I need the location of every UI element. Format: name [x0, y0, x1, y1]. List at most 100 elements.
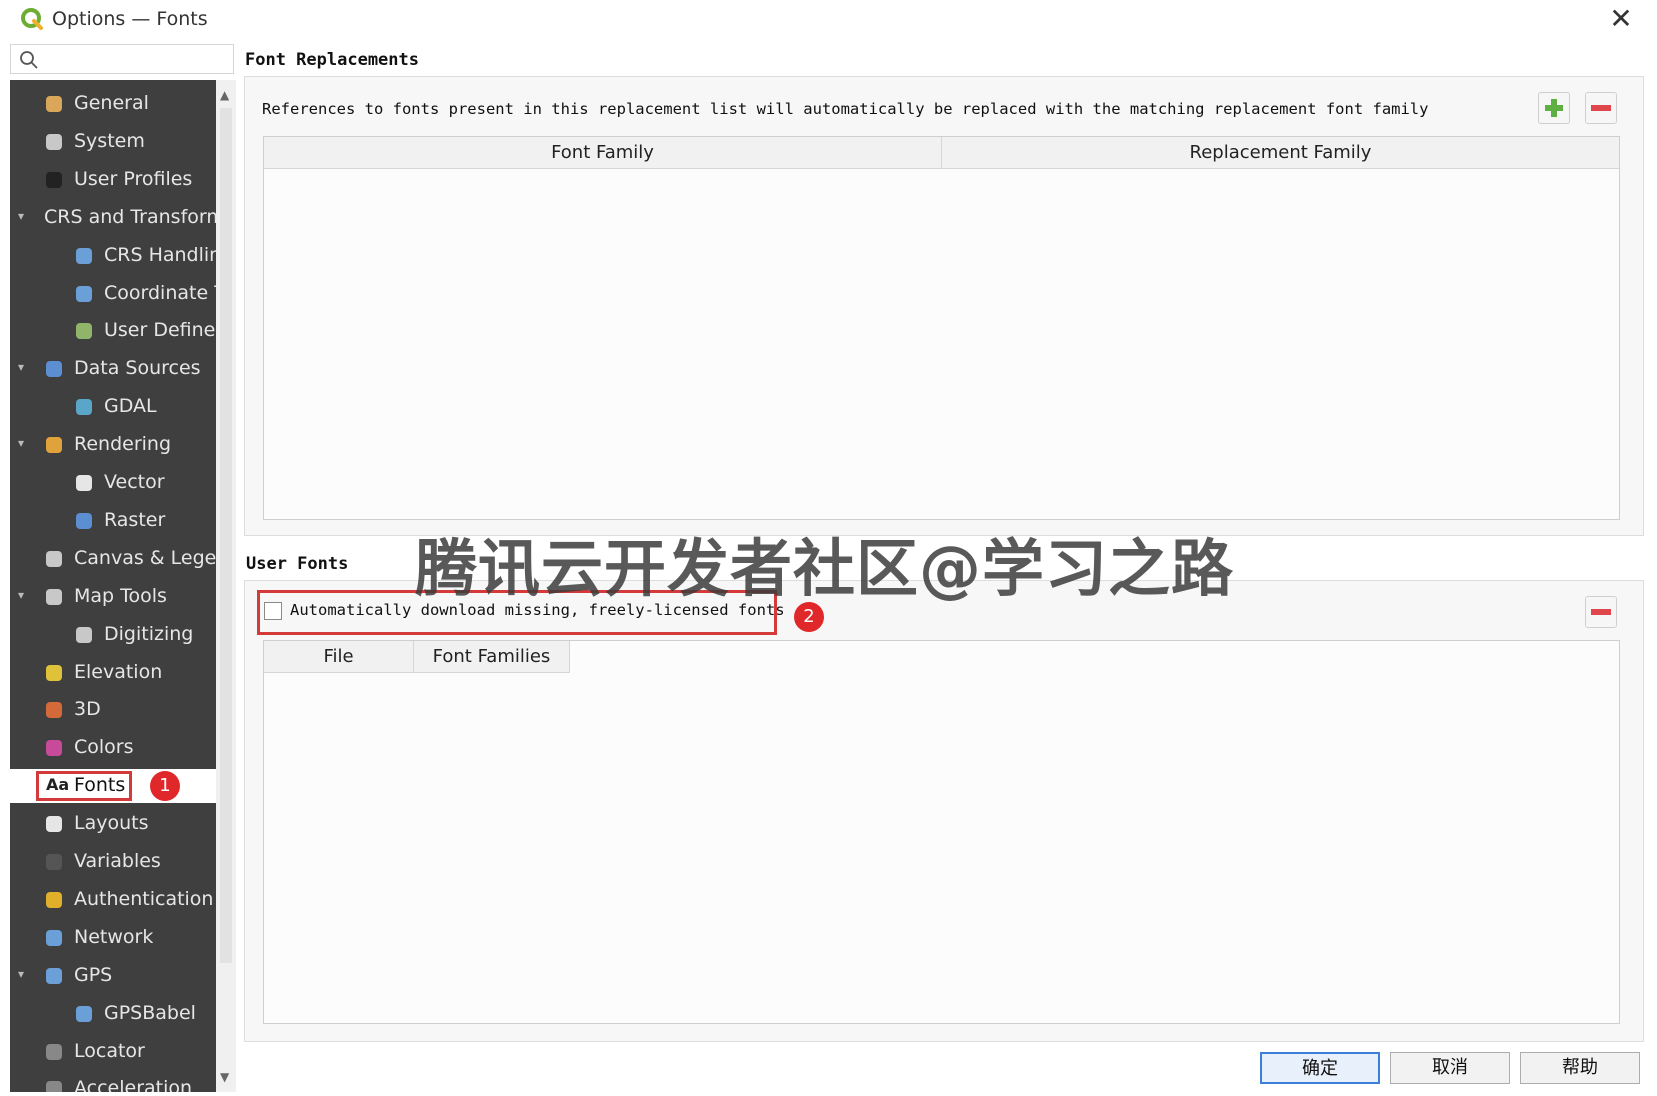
acceleration-icon: [46, 1081, 62, 1092]
sidebar-item-crs-and-transform[interactable]: ▾ CRS and Transform: [10, 201, 216, 235]
user-fonts-table[interactable]: File Font Families: [263, 640, 1620, 1024]
font-replacements-title: Font Replacements: [245, 50, 419, 70]
map-tools-icon: [46, 588, 62, 605]
variables-icon: [46, 854, 62, 870]
remove-user-font-button[interactable]: [1585, 596, 1617, 628]
user-profiles-icon: [46, 171, 62, 188]
user-defined-crs-icon: [76, 323, 92, 340]
sidebar-item-rendering[interactable]: ▾ Rendering: [10, 428, 216, 462]
sidebar-item-system[interactable]: System: [10, 125, 216, 159]
column-header-replacement-family[interactable]: Replacement Family: [942, 137, 1619, 169]
sidebar-item-label: GPS: [74, 963, 113, 986]
sidebar-item-data-sources[interactable]: ▾ Data Sources: [10, 352, 216, 386]
colors-icon: [46, 740, 62, 757]
sidebar-item-label: GDAL: [104, 395, 157, 418]
highlight-box-fonts: [36, 771, 132, 802]
font-replacements-table[interactable]: Font Family Replacement Family: [263, 136, 1620, 520]
sidebar-item-label: GPSBabel: [104, 1001, 196, 1024]
sidebar-item-label: Data Sources: [74, 357, 201, 380]
crs-handling-icon: [76, 247, 92, 264]
sidebar-item-digitizing[interactable]: Digitizing: [10, 618, 216, 652]
minus-icon: [1591, 105, 1611, 111]
sidebar-item-layouts[interactable]: Layouts: [10, 807, 216, 841]
gpsbabel-icon: [76, 1005, 92, 1022]
sidebar-item-crs-handling[interactable]: CRS Handling: [10, 239, 216, 273]
sidebar-item-label: Colors: [74, 736, 134, 759]
authentication-icon: [46, 891, 62, 908]
sidebar-item-label: System: [74, 129, 145, 152]
sidebar-item-raster[interactable]: Raster: [10, 504, 216, 538]
plus-icon: [1545, 99, 1563, 117]
network-icon: [46, 929, 62, 946]
raster-icon: [76, 512, 92, 529]
sidebar-item-label: Map Tools: [74, 584, 167, 607]
sidebar-item-label: Canvas & Legend: [74, 546, 216, 569]
chevron-down-icon[interactable]: ▾: [18, 967, 24, 981]
sidebar-item-network[interactable]: Network: [10, 921, 216, 955]
sidebar-item-label: Elevation: [74, 660, 163, 683]
sidebar-item-gpsbabel[interactable]: GPSBabel: [10, 997, 216, 1031]
chevron-down-icon[interactable]: ▾: [18, 436, 24, 450]
sidebar-item-label: Variables: [74, 850, 161, 872]
sidebar-item-label: CRS and Transform: [44, 205, 216, 228]
options-sidebar: General System User Profiles ▾ CRS and Trans…: [10, 80, 216, 1092]
sidebar-item-acceleration[interactable]: Acceleration: [10, 1072, 216, 1092]
qgis-app-icon: [21, 8, 43, 30]
close-button[interactable]: ✕: [1605, 4, 1637, 34]
chevron-down-icon[interactable]: ▾: [18, 360, 24, 374]
sidebar-item-coordinate-transforms[interactable]: Coordinate Transforms: [10, 277, 216, 311]
column-header-file[interactable]: File: [264, 641, 414, 673]
sidebar-item-locator[interactable]: Locator: [10, 1035, 216, 1069]
ok-button[interactable]: 确定: [1260, 1052, 1380, 1084]
sidebar-item-label: User Profiles: [74, 167, 193, 190]
remove-replacement-button[interactable]: [1585, 92, 1617, 124]
sidebar-item-elevation[interactable]: Elevation: [10, 656, 216, 690]
help-button[interactable]: 帮助: [1520, 1052, 1640, 1084]
sidebar-item-user-defined-crs[interactable]: User Defined CRS: [10, 314, 216, 348]
sidebar-scrollbar[interactable]: ▲ ▼: [216, 80, 236, 1092]
sidebar-item-label: Digitizing: [104, 622, 194, 645]
sidebar-item-variables[interactable]: Variables: [10, 845, 216, 879]
scroll-up-arrow-icon[interactable]: ▲: [220, 88, 229, 102]
sidebar-item-label: CRS Handling: [104, 243, 216, 266]
sidebar-item-label: General: [74, 92, 149, 114]
sidebar-item-map-tools[interactable]: ▾ Map Tools: [10, 580, 216, 614]
column-header-font-families[interactable]: Font Families: [414, 641, 570, 673]
sidebar-item-label: Raster: [104, 508, 166, 531]
chevron-down-icon[interactable]: ▾: [18, 209, 24, 223]
user-fonts-title: User Fonts: [246, 554, 349, 574]
scroll-down-arrow-icon[interactable]: ▼: [220, 1070, 229, 1084]
sidebar-item-label: Network: [74, 925, 154, 948]
sidebar-item-user-profiles[interactable]: User Profiles: [10, 163, 216, 197]
system-icon: [46, 133, 62, 150]
search-input[interactable]: [10, 44, 234, 74]
add-replacement-button[interactable]: [1538, 92, 1570, 124]
sidebar-item-colors[interactable]: Colors: [10, 731, 216, 765]
sidebar-item-general[interactable]: General: [10, 87, 216, 121]
gdal-icon: [76, 399, 92, 416]
sidebar-item-canvas-legend[interactable]: Canvas & Legend: [10, 542, 216, 576]
coordinate-transforms-icon: [76, 285, 92, 302]
chevron-down-icon[interactable]: ▾: [18, 588, 24, 602]
sidebar-item-label: Layouts: [74, 812, 149, 835]
sidebar-item-label: 3D: [74, 698, 101, 721]
sidebar-item-label: User Defined CRS: [104, 319, 216, 342]
cancel-button[interactable]: 取消: [1390, 1052, 1510, 1084]
sidebar-item-authentication[interactable]: Authentication: [10, 883, 216, 917]
column-header-font-family[interactable]: Font Family: [264, 137, 942, 169]
sidebar-item-label: Rendering: [74, 433, 172, 456]
minus-icon: [1591, 609, 1611, 615]
canvas-legend-icon: [46, 550, 62, 567]
sidebar-item-label: Authentication: [74, 887, 214, 910]
search-icon: [20, 51, 38, 69]
sidebar-item-3d[interactable]: 3D: [10, 693, 216, 727]
sidebar-item-gps[interactable]: ▾ GPS: [10, 959, 216, 993]
font-replacements-description: References to fonts present in this repl…: [262, 100, 1429, 118]
sidebar-item-vector[interactable]: Vector: [10, 466, 216, 500]
sidebar-item-label: Acceleration: [74, 1077, 193, 1092]
sidebar-item-fonts[interactable]: Aa Fonts 1: [10, 769, 216, 804]
digitizing-icon: [76, 626, 92, 643]
sidebar-item-gdal[interactable]: GDAL: [10, 390, 216, 424]
scrollbar-thumb[interactable]: [220, 108, 232, 963]
elevation-icon: [46, 664, 62, 681]
